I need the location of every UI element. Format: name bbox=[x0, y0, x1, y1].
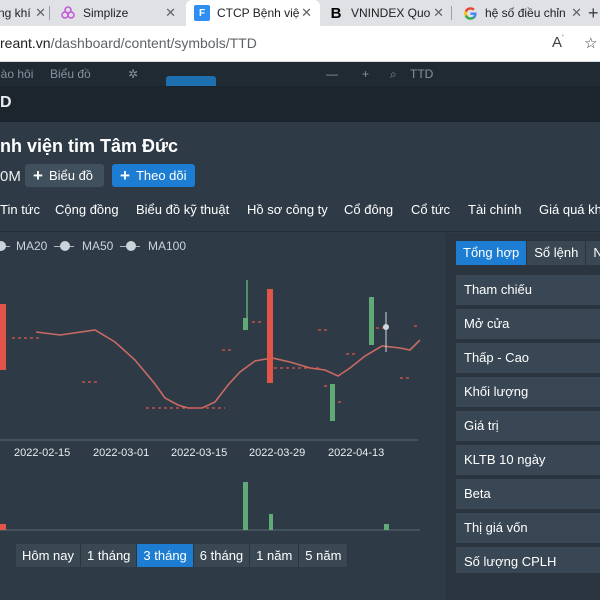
stat-row: KLTB 10 ngày bbox=[456, 445, 600, 475]
google-logo-icon bbox=[462, 5, 478, 21]
app-nav-item[interactable]: Biểu đồ bbox=[50, 67, 91, 81]
x-tick-label: 2022-03-01 bbox=[93, 447, 149, 459]
tab-label: CTCP Bệnh việ bbox=[217, 6, 300, 20]
tab-financials[interactable]: Tài chính bbox=[468, 202, 521, 217]
range-1m-button[interactable]: 1 tháng bbox=[81, 544, 138, 567]
volume-bar bbox=[269, 514, 273, 530]
plus-icon[interactable]: + bbox=[362, 67, 369, 81]
stat-row: Thị giá vốn bbox=[456, 513, 600, 543]
stat-row: Tham chiếu bbox=[456, 275, 600, 305]
url-field[interactable]: reant.vn/dashboard/content/symbols/TTD bbox=[0, 35, 257, 51]
price-chart[interactable]: 2022-02-15 2022-03-01 2022-03-15 2022-03… bbox=[0, 86, 440, 466]
app-nav-item[interactable]: nào hôi bbox=[0, 67, 33, 81]
range-5y-button[interactable]: 5 năm bbox=[299, 544, 349, 567]
stat-label: Số lượng CPLH bbox=[464, 554, 557, 569]
summary-tabs: Tổng hợp Sổ lệnh N bbox=[456, 241, 600, 265]
stat-row: Giá trị bbox=[456, 411, 600, 441]
ma-line bbox=[35, 329, 421, 409]
tab-separator bbox=[451, 6, 452, 20]
volume-bar bbox=[243, 482, 248, 530]
stat-row: Mở cửa bbox=[456, 309, 600, 339]
range-1y-button[interactable]: 1 năm bbox=[250, 544, 300, 567]
address-bar: reant.vn/dashboard/content/symbols/TTD A… bbox=[0, 26, 600, 62]
volume-bar bbox=[384, 524, 389, 530]
browser-tab-4[interactable]: hệ số điều chỉn ✕ bbox=[456, 0, 590, 26]
stat-label: Beta bbox=[464, 486, 491, 501]
close-icon[interactable]: ✕ bbox=[301, 5, 312, 21]
stat-label: Thấp - Cao bbox=[464, 350, 530, 365]
tab-label: ng khí bbox=[0, 6, 31, 20]
range-today-button[interactable]: Hôm nay bbox=[16, 544, 82, 567]
range-6m-button[interactable]: 6 tháng bbox=[193, 544, 251, 567]
x-tick-label: 2022-03-15 bbox=[171, 447, 227, 459]
range-3m-button[interactable]: 3 tháng bbox=[137, 544, 194, 567]
volume-bar bbox=[0, 524, 6, 530]
stat-label: KLTB 10 ngày bbox=[464, 452, 546, 467]
x-tick-label: 2022-02-15 bbox=[14, 447, 70, 459]
candle-down bbox=[267, 289, 273, 383]
x-tick-label: 2022-03-29 bbox=[249, 447, 305, 459]
close-icon[interactable]: ✕ bbox=[433, 5, 444, 21]
tab-label: VNINDEX Quo bbox=[351, 6, 431, 20]
stat-label: Giá trị bbox=[464, 418, 499, 433]
tab-label: hệ số điều chỉn bbox=[485, 6, 566, 20]
stat-row: Số lượng CPLH bbox=[456, 547, 600, 573]
stat-label: Khối lượng bbox=[464, 384, 529, 399]
browser-tab-bar: ng khí ✕ Simplize ✕ F CTCP Bệnh việ ✕ B … bbox=[0, 0, 600, 26]
stat-label: Tham chiếu bbox=[464, 282, 532, 297]
url-path: /dashboard/content/symbols/TTD bbox=[50, 35, 257, 51]
tab-separator bbox=[49, 6, 50, 20]
plus-icon: + bbox=[588, 2, 599, 23]
app-header-icon[interactable]: — bbox=[326, 67, 338, 81]
range-selector: Hôm nay 1 tháng 3 tháng 6 tháng 1 năm 5 … bbox=[16, 544, 349, 567]
f-logo-icon: F bbox=[194, 5, 210, 21]
read-aloud-icon[interactable]: Aʼ bbox=[552, 34, 564, 51]
candle-marker-icon bbox=[383, 324, 389, 330]
stat-label: Thị giá vốn bbox=[464, 520, 528, 535]
b-logo-icon: B bbox=[330, 4, 342, 22]
browser-tab-3[interactable]: B VNINDEX Quo ✕ bbox=[322, 0, 452, 26]
gear-icon[interactable]: ✲ bbox=[128, 67, 138, 81]
app-header: nào hôi Biểu đồ ✲ — + ⌕ TTD bbox=[0, 62, 600, 88]
tab-order-book[interactable]: Sổ lệnh bbox=[527, 241, 586, 265]
candle-up bbox=[369, 297, 374, 345]
volume-chart bbox=[0, 482, 420, 531]
close-icon[interactable]: ✕ bbox=[35, 5, 46, 21]
close-icon[interactable]: ✕ bbox=[165, 5, 176, 21]
tab-price-history[interactable]: Giá quá kh bbox=[539, 202, 600, 217]
summary-panel: Tổng hợp Sổ lệnh N Tham chiếu Mở cửa Thấ… bbox=[446, 233, 600, 600]
candle-down bbox=[0, 304, 6, 370]
x-tick-label: 2022-04-13 bbox=[328, 447, 384, 459]
simplize-logo-icon bbox=[60, 5, 76, 21]
close-icon[interactable]: ✕ bbox=[571, 5, 582, 21]
browser-tab-1[interactable]: Simplize ✕ bbox=[52, 0, 184, 26]
candle-up bbox=[330, 384, 335, 421]
tab-more[interactable]: N bbox=[586, 241, 600, 265]
tab-overview[interactable]: Tổng hợp bbox=[456, 241, 527, 265]
browser-tab-0[interactable]: ng khí ✕ bbox=[0, 0, 50, 26]
ma-dash-markers bbox=[12, 321, 420, 409]
tab-label: Simplize bbox=[83, 6, 129, 20]
search-input[interactable]: TTD bbox=[410, 67, 433, 81]
stat-row: Khối lượng bbox=[456, 377, 600, 407]
candle-up bbox=[243, 318, 248, 330]
browser-tab-2[interactable]: F CTCP Bệnh việ ✕ bbox=[186, 0, 320, 26]
url-host: reant.vn bbox=[0, 35, 51, 51]
search-icon[interactable]: ⌕ bbox=[390, 67, 397, 82]
stat-label: Mở cửa bbox=[464, 316, 510, 331]
stat-row: Beta bbox=[456, 479, 600, 509]
new-tab-button[interactable]: + bbox=[588, 0, 600, 26]
stat-row: Thấp - Cao bbox=[456, 343, 600, 373]
favorite-star-icon[interactable]: ☆ bbox=[584, 34, 597, 52]
